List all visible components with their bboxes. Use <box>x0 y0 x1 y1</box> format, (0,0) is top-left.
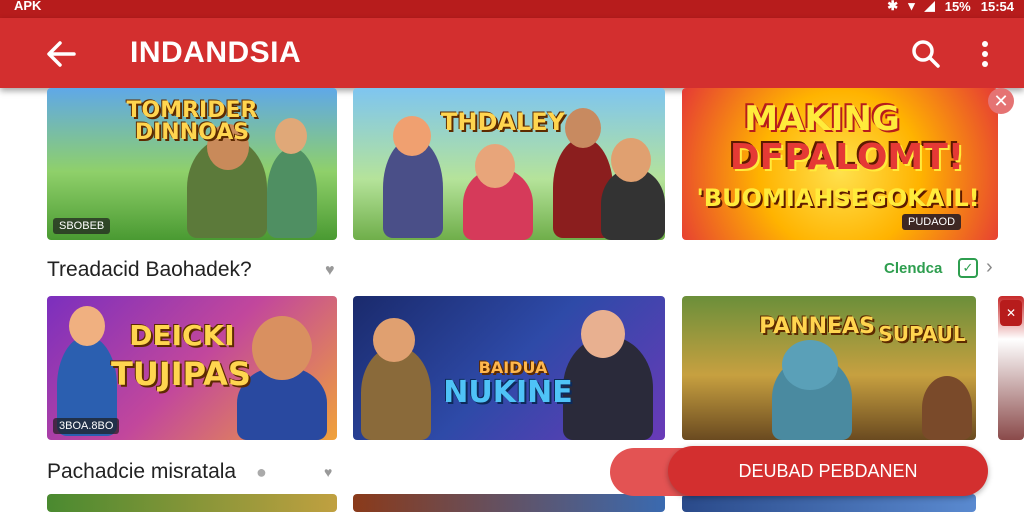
chevron-right-icon[interactable]: › <box>986 256 993 279</box>
promo-card[interactable]: MAKING DFPALOMT! 'BUOMIAHSEGOKAIL! PUDAO… <box>682 88 998 240</box>
more-options-button[interactable] <box>970 34 1000 74</box>
battery-label: 15% <box>944 0 971 14</box>
close-icon[interactable]: ✕ <box>988 88 1014 114</box>
app-bar: INDANDSIA <box>0 18 1024 88</box>
more-vert-icon <box>982 41 988 67</box>
character-head <box>393 116 431 156</box>
promo-title-2: DFPALOMT! <box>729 137 965 178</box>
section-title: Treadacid Baohadek? <box>47 258 252 281</box>
promo-badge: PUDAOD <box>902 214 962 230</box>
game-card[interactable]: TOMRIDER DINNOAS SBOBEB <box>47 88 337 240</box>
game-card[interactable]: THDALEY <box>353 88 665 240</box>
game-card[interactable]: DEICKI TUJIPAS 3BOA.8BO <box>47 296 337 440</box>
game-card[interactable] <box>353 494 665 512</box>
game-title-1: BAIDUA <box>478 358 548 377</box>
character-figure <box>922 376 972 440</box>
game-title-1: PANNEAS <box>759 314 875 339</box>
back-arrow-icon <box>47 41 76 67</box>
promo-title-1: MAKING <box>744 99 900 139</box>
character-head <box>475 144 515 188</box>
carrier-label: APK <box>14 0 42 13</box>
promo-title-3: 'BUOMIAHSEGOKAIL! <box>696 184 980 212</box>
game-title-2: SUPAUL <box>878 322 966 346</box>
game-title-2: NUKINE <box>443 375 573 410</box>
favorite-icon[interactable]: ♥ <box>324 464 332 480</box>
character-head <box>252 316 312 380</box>
status-bar: APK ✱ ▾ ◢ 15% 15:54 <box>0 0 1024 18</box>
game-title-1: DEICKI <box>129 319 235 352</box>
character-head <box>782 340 838 390</box>
character-head <box>611 138 651 182</box>
chat-bubble-icon[interactable]: ● <box>256 462 267 483</box>
favorite-icon[interactable]: ♥ <box>325 262 335 280</box>
game-card[interactable] <box>682 494 976 512</box>
game-title-2: TUJIPAS <box>111 355 251 393</box>
game-badge: 3BOA.8BO <box>53 418 120 434</box>
section-title: Pachadcie misratala <box>47 460 237 483</box>
character-head <box>275 118 307 154</box>
character-head <box>69 306 105 346</box>
search-icon <box>912 40 940 68</box>
character-head <box>373 318 415 362</box>
character-figure <box>267 148 317 238</box>
search-button[interactable] <box>906 34 946 74</box>
status-icons: ✱ ▾ ◢ 15% 15:54 <box>887 0 1014 14</box>
wifi-icon: ▾ <box>908 0 915 13</box>
character-head <box>581 310 625 358</box>
game-card[interactable] <box>47 494 337 512</box>
clock-label: 15:54 <box>980 0 1014 14</box>
close-icon[interactable]: ✕ <box>1000 300 1022 326</box>
check-icon[interactable]: ✓ <box>958 258 978 278</box>
download-button[interactable]: DEUBAD PEBDANEN <box>668 446 988 496</box>
game-title: TOMRIDER DINNOAS <box>126 98 258 145</box>
see-all-link[interactable]: Clendca <box>884 260 942 277</box>
game-card-partial[interactable]: ✕ <box>998 296 1024 440</box>
character-head <box>565 108 601 148</box>
game-title: THDALEY <box>440 108 566 136</box>
game-card[interactable]: PANNEAS SUPAUL <box>682 296 976 440</box>
app-title: INDANDSIA <box>130 36 302 69</box>
signal-icon: ◢ <box>924 0 935 13</box>
back-button[interactable] <box>40 34 80 74</box>
bluetooth-icon: ✱ <box>887 0 899 13</box>
game-card[interactable]: BAIDUA NUKINE <box>353 296 665 440</box>
game-badge: SBOBEB <box>53 218 111 234</box>
